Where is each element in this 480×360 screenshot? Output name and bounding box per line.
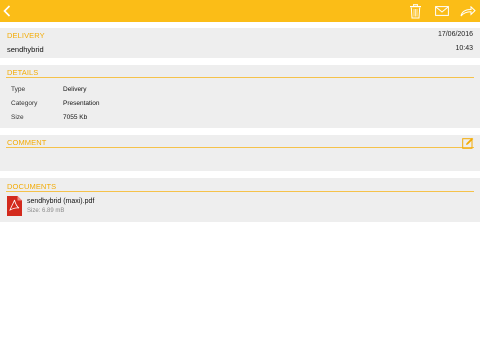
top-toolbar [0,0,480,22]
detail-row-type: Type Delivery [11,86,86,93]
detail-label: Category [11,100,38,107]
email-button[interactable] [432,0,452,22]
document-name: sendhybrid (maxi).pdf [27,198,95,205]
detail-label: Type [11,86,26,93]
documents-section-title: DOCUMENTS [7,182,57,191]
comment-section-title: COMMENT [7,138,47,147]
details-section-title: DETAILS [7,68,39,77]
delivery-name: sendhybrid [7,45,44,54]
detail-row-category: Category Presentation [11,100,100,107]
pdf-file-icon [7,196,22,216]
document-item[interactable]: sendhybrid (maxi).pdf Size: 6.89 mB [7,196,207,218]
delivery-time: 10:43 [455,45,473,52]
trash-icon [409,3,421,18]
documents-card: DOCUMENTS sendhybrid (maxi).pdf Size: 6.… [0,178,480,222]
forward-button[interactable] [457,0,479,22]
mail-icon [435,6,449,16]
documents-divider [6,191,474,192]
detail-label: Size [11,114,24,121]
detail-value: Presentation [63,100,100,107]
delivery-section-title: DELIVERY [7,31,45,40]
details-divider [6,77,474,78]
document-size: Size: 6.89 mB [27,208,65,214]
detail-value: Delivery [63,86,87,93]
share-forward-icon [460,5,476,16]
detail-value: 7055 Kb [63,114,88,121]
delivery-date: 17/06/2016 [437,31,473,38]
delivery-card: DELIVERY 17/06/2016 sendhybrid 10:43 [0,28,480,58]
edit-icon [462,137,474,149]
chevron-left-icon [3,5,11,17]
back-button[interactable] [0,0,14,22]
delete-button[interactable] [405,0,425,22]
comment-divider [6,147,474,148]
detail-row-size: Size 7055 Kb [11,114,87,121]
details-card: DETAILS Type Delivery Category Presentat… [0,65,480,128]
comment-card: COMMENT [0,135,480,171]
edit-comment-button[interactable] [462,136,474,149]
